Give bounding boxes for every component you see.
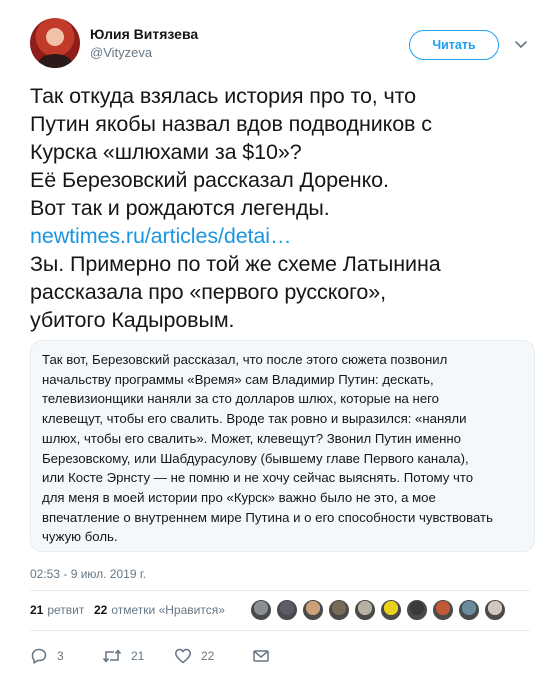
divider xyxy=(30,590,530,591)
tweet-line: Вот так и рождаются легенды. xyxy=(30,196,330,220)
liker-avatar[interactable] xyxy=(276,599,298,621)
quote-line: впечатление о внутреннем мире Путина и о… xyxy=(42,509,493,525)
retweet-action-count: 21 xyxy=(131,649,145,663)
liker-avatar[interactable] xyxy=(354,599,376,621)
liker-avatar[interactable] xyxy=(250,599,272,621)
chevron-down-icon[interactable] xyxy=(513,36,529,52)
liker-avatar[interactable] xyxy=(380,599,402,621)
quoted-text: Так вот, Березовский рассказал, что посл… xyxy=(42,350,527,547)
liker-avatar[interactable] xyxy=(302,599,324,621)
tweet-actions: 3 21 22 xyxy=(30,645,530,667)
envelope-icon xyxy=(253,650,269,662)
reply-button[interactable]: 3 xyxy=(30,645,64,667)
reply-count: 3 xyxy=(57,649,64,663)
author-avatar[interactable] xyxy=(30,18,80,68)
like-button[interactable]: 22 xyxy=(174,645,214,667)
tweet-line: Курска «шлюхами за $10»? xyxy=(30,140,302,164)
quote-line: телевизионщики наняли за сто долларов шл… xyxy=(42,391,440,407)
liker-avatar[interactable] xyxy=(432,599,454,621)
retweet-stat[interactable]: 21 ретвит xyxy=(30,603,84,617)
quote-line: чужую боль. xyxy=(42,529,118,545)
author-name[interactable]: Юлия Витязева xyxy=(90,26,198,42)
tweet-line: убитого Кадыровым. xyxy=(30,308,235,332)
quote-line: для меня в моей истории про «Курск» важн… xyxy=(42,489,436,505)
retweet-button[interactable]: 21 xyxy=(102,645,144,667)
retweet-icon xyxy=(102,649,122,663)
tweet-header: Юлия Витязева @Vityzeva Читать xyxy=(30,18,530,70)
liker-avatar[interactable] xyxy=(328,599,350,621)
like-label: отметки «Нравится» xyxy=(111,603,225,617)
retweet-count: 21 xyxy=(30,603,44,617)
quote-line: начальству программы «Время» сам Владими… xyxy=(42,371,434,387)
author-handle[interactable]: @Vityzeva xyxy=(90,45,152,60)
liker-avatar[interactable] xyxy=(406,599,428,621)
tweet-line: Зы. Примерно по той же схеме Латынина xyxy=(30,252,441,276)
liker-avatar[interactable] xyxy=(458,599,480,621)
quote-line: Так вот, Березовский рассказал, что посл… xyxy=(42,352,448,367)
divider xyxy=(30,630,530,631)
quote-line: Березовскому, или Шабдурасулову (бывшему… xyxy=(42,450,469,466)
tweet-line: Так откуда взялась история про то, что xyxy=(30,84,417,108)
reply-icon xyxy=(31,648,47,664)
quoted-text-card[interactable]: Так вот, Березовский рассказал, что посл… xyxy=(30,340,535,552)
tweet-timestamp[interactable]: 02:53 - 9 июл. 2019 г. xyxy=(30,567,146,581)
tweet-stats: 21 ретвит 22 отметки «Нравится» xyxy=(30,599,530,623)
tweet-text: Так откуда взялась история про то, что П… xyxy=(30,82,530,334)
tweet-line: Её Березовский рассказал Доренко. xyxy=(30,168,389,192)
quote-line: или Косте Эрнсту — не помню и не хочу се… xyxy=(42,470,474,486)
liker-avatar[interactable] xyxy=(484,599,506,621)
tweet-line: рассказала про «первого русского», xyxy=(30,280,386,304)
retweet-label: ретвит xyxy=(47,603,85,617)
tweet-line: Путин якобы назвал вдов подводников с xyxy=(30,112,432,136)
quote-line: шлюх, чтобы его свалить». Может, клевещу… xyxy=(42,430,461,446)
like-action-count: 22 xyxy=(201,649,215,663)
heart-icon xyxy=(175,648,191,664)
tweet-link[interactable]: newtimes.ru/articles/detai… xyxy=(30,222,530,250)
like-count: 22 xyxy=(94,603,108,617)
quote-line: клевещут, чтобы его свалить. Вроде так р… xyxy=(42,411,467,427)
direct-message-button[interactable] xyxy=(252,645,279,667)
follow-button[interactable]: Читать xyxy=(409,30,499,60)
like-stat[interactable]: 22 отметки «Нравится» xyxy=(94,603,225,617)
